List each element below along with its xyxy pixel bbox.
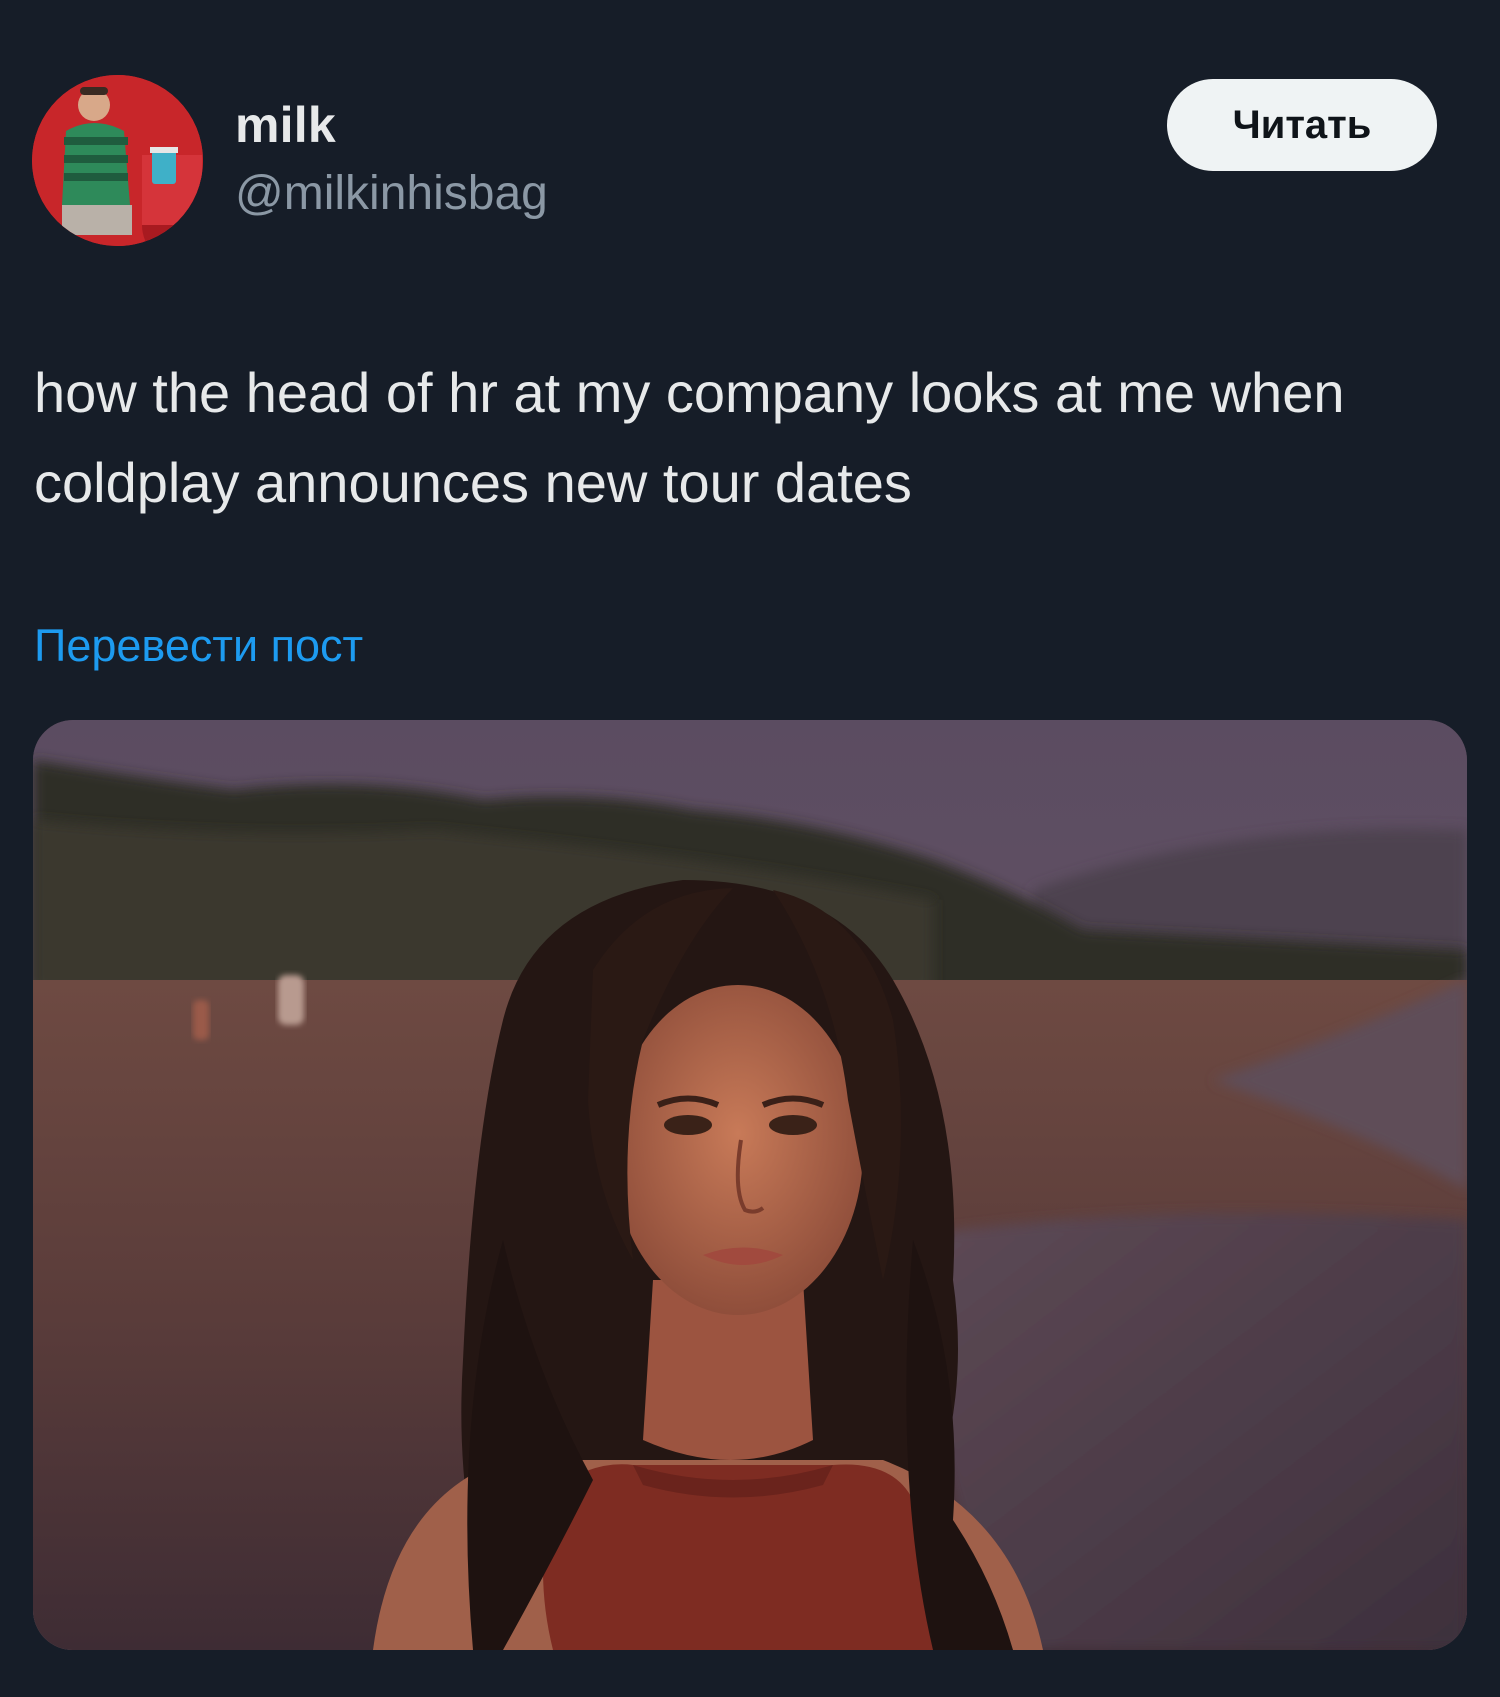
author-display-name[interactable]: milk xyxy=(235,96,336,154)
author-handle[interactable]: @milkinhisbag xyxy=(235,166,548,221)
post-media-photo[interactable] xyxy=(33,720,1467,1650)
follow-button[interactable]: Читать xyxy=(1167,79,1437,171)
avatar[interactable] xyxy=(32,75,203,246)
translate-post-link[interactable]: Перевести пост xyxy=(34,620,363,672)
avatar-image xyxy=(32,75,203,246)
photo-image xyxy=(33,720,1467,1650)
post-text: how the head of hr at my company looks a… xyxy=(34,361,1345,514)
